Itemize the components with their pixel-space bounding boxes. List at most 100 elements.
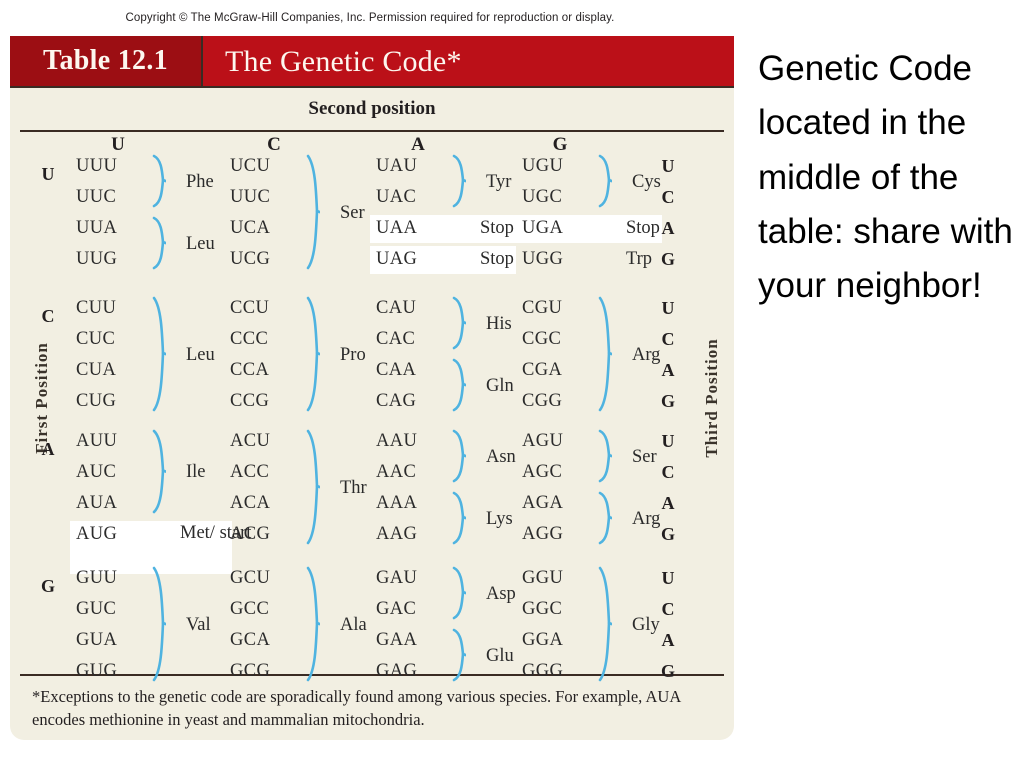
brace-icon [152, 429, 166, 514]
codon-aga: AGA [522, 493, 564, 513]
amino-acid-thr: Thr [340, 477, 367, 498]
codon-cgc: CGC [522, 329, 562, 349]
brace-icon [452, 296, 466, 350]
codon-uaa: UAA [376, 218, 418, 238]
codon-guc: GUC [76, 599, 117, 619]
footer-rule [20, 674, 724, 676]
amino-acid-gly: Gly [632, 614, 660, 635]
brace-icon [306, 296, 320, 412]
codon-uca: UCA [230, 218, 271, 238]
codon-uag: UAG [376, 249, 418, 269]
codon-gcg: GCG [230, 661, 271, 681]
brace-icon [452, 628, 466, 682]
brace-icon [452, 154, 466, 208]
codon-uga: UGA [522, 218, 564, 238]
codon-acu: ACU [230, 431, 271, 451]
amino-acid-trp: Trp [626, 249, 653, 269]
codon-aua: AUA [76, 493, 118, 513]
third-position-letter-a: A [661, 493, 675, 513]
codon-gcu: GCU [230, 568, 271, 588]
brace-icon [452, 491, 466, 545]
codon-aca: ACA [230, 493, 271, 513]
row-label-u: U [41, 164, 55, 184]
amino-acid-ala: Ala [340, 614, 367, 635]
amino-acid-tyr: Tyr [486, 171, 512, 192]
codon-cau: CAU [376, 298, 417, 318]
codon-ggc: GGC [522, 599, 563, 619]
amino-acid-asn: Asn [486, 446, 516, 467]
column-header-c: C [267, 134, 281, 155]
copyright-notice: Copyright © The McGraw-Hill Companies, I… [125, 12, 615, 24]
slide-canvas: Copyright © The McGraw-Hill Companies, I… [0, 0, 1024, 768]
codon-cga: CGA [522, 360, 563, 380]
codon-aac: AAC [376, 462, 417, 482]
callout-text: Genetic Code located in the middle of th… [758, 49, 1013, 305]
codon-gca: GCA [230, 630, 271, 650]
third-position-letter-a: A [661, 630, 675, 650]
codon-cug: CUG [76, 391, 117, 411]
brace-icon [598, 566, 612, 682]
codon-uuc: UUC [76, 187, 117, 207]
amino-acid-stop: Stop [480, 218, 514, 238]
third-position-letter-u: U [661, 568, 675, 588]
amino-acid-ser: Ser [632, 446, 657, 467]
amino-acid-glu: Glu [486, 645, 514, 666]
codon-gag: GAG [376, 661, 418, 681]
codon-uuu: UUU [76, 156, 118, 176]
amino-acid-asp: Asp [486, 583, 516, 604]
codon-uua: UUA [76, 218, 118, 238]
codon-ugg: UGG [522, 249, 564, 269]
codon-uac: UAC [376, 187, 417, 207]
genetic-code-table-figure: Table 12.1 The Genetic Code* Second posi… [10, 36, 734, 740]
third-position-letter-c: C [661, 599, 675, 619]
brace-icon [452, 358, 466, 412]
codon-ccg: CCG [230, 391, 270, 411]
codon-cgg: CGG [522, 391, 563, 411]
codon-uug: UUG [76, 249, 118, 269]
brace-icon [152, 566, 166, 682]
table-footnote: *Exceptions to the genetic code are spor… [32, 687, 681, 729]
column-header-a: A [411, 134, 425, 155]
brace-icon [152, 296, 166, 412]
codon-ggu: GGU [522, 568, 564, 588]
amino-acid-pro: Pro [340, 344, 366, 365]
codon-uuc: UUC [230, 187, 271, 207]
codon-gaa: GAA [376, 630, 418, 650]
brace-icon [306, 154, 320, 270]
codon-gcc: GCC [230, 599, 270, 619]
codon-ccu: CCU [230, 298, 270, 318]
codon-caa: CAA [376, 360, 417, 380]
amino-acid-phe: Phe [186, 171, 214, 192]
codon-auu: AUU [76, 431, 118, 451]
codon-cgu: CGU [522, 298, 563, 318]
codon-ucg: UCG [230, 249, 271, 269]
codon-ggg: GGG [522, 661, 564, 681]
codon-aag: AAG [376, 524, 418, 544]
codon-ugu: UGU [522, 156, 564, 176]
third-position-letter-g: G [660, 249, 675, 269]
amino-acid-leu: Leu [186, 344, 215, 365]
amino-acid-gln: Gln [486, 375, 514, 396]
codon-uau: UAU [376, 156, 418, 176]
third-position-letter-c: C [661, 187, 675, 207]
brace-icon [598, 296, 612, 412]
third-position-letter-g: G [660, 661, 675, 681]
amino-acid-val: Val [186, 614, 211, 635]
codon-cuc: CUC [76, 329, 116, 349]
codon-aaa: AAA [376, 493, 418, 513]
second-position-label: Second position [308, 98, 436, 119]
third-position-letter-a: A [661, 360, 675, 380]
codon-cac: CAC [376, 329, 416, 349]
brace-icon [152, 154, 166, 208]
brace-icon [306, 566, 320, 682]
codon-cca: CCA [230, 360, 270, 380]
codon-gac: GAC [376, 599, 417, 619]
header-rule [20, 130, 724, 132]
codon-acc: ACC [230, 462, 270, 482]
third-position-letter-g: G [660, 524, 675, 544]
codon-agg: AGG [522, 524, 564, 544]
amino-acid-stop: Stop [480, 249, 514, 269]
amino-acid-his: His [486, 313, 512, 334]
amino-acid-ile: Ile [186, 462, 206, 482]
amino-acid-cys: Cys [632, 171, 661, 192]
